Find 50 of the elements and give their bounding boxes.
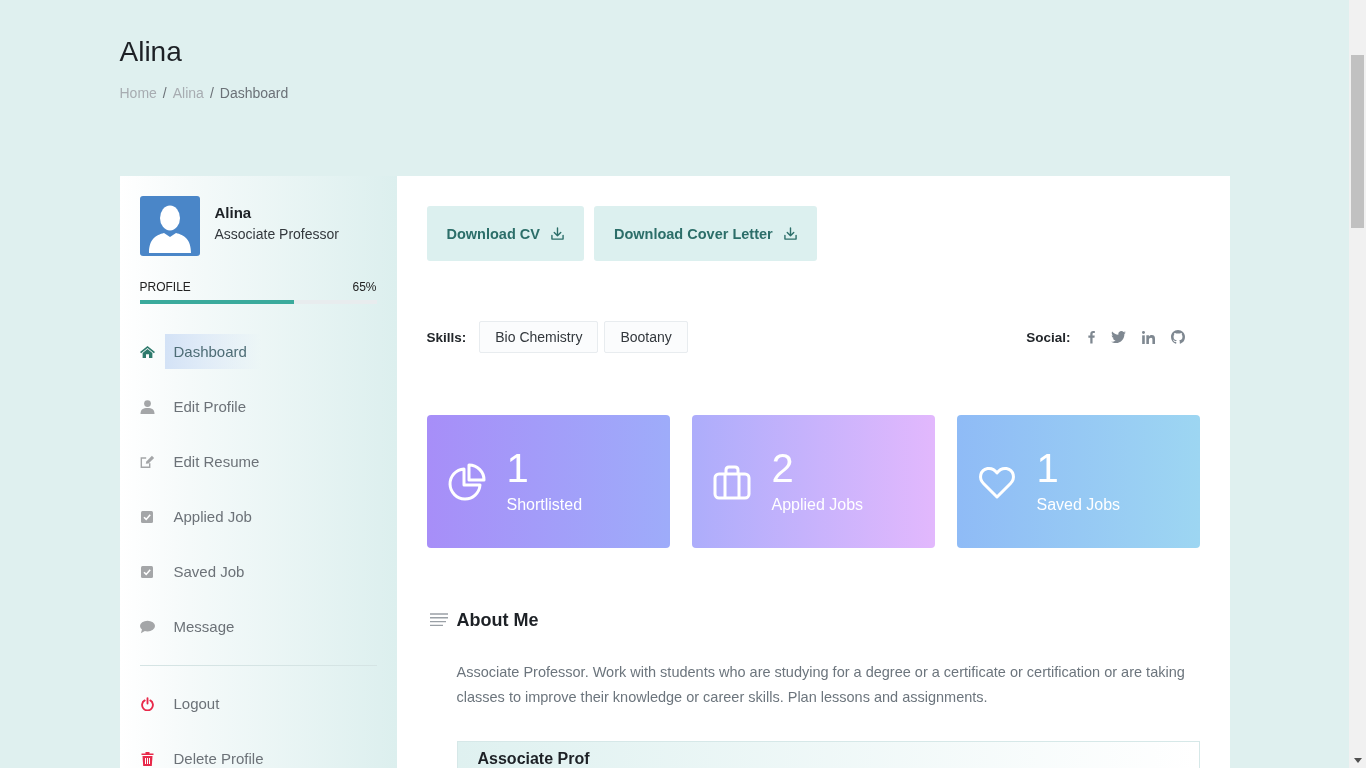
stat-value: 1 xyxy=(506,448,530,488)
breadcrumb-separator: / xyxy=(209,84,214,102)
stat-label: Applied Jobs xyxy=(771,495,864,515)
nav-link[interactable]: Saved Job xyxy=(164,562,254,581)
facebook-icon[interactable] xyxy=(1087,330,1095,344)
breadcrumb-current: Dashboard xyxy=(219,84,289,102)
scrollbar[interactable] xyxy=(1349,0,1366,768)
power-icon xyxy=(139,696,155,711)
section-title: About Me xyxy=(456,609,539,632)
nav-link[interactable]: Edit Resume xyxy=(164,452,269,471)
download-icon xyxy=(550,227,564,240)
card-title: Associate Prof xyxy=(477,750,591,768)
nav-link[interactable]: Applied Job xyxy=(164,507,261,526)
download-button[interactable]: Download Cover Letter xyxy=(593,206,817,261)
breadcrumb-separator: / xyxy=(162,84,167,102)
linkedin-icon[interactable] xyxy=(1141,330,1155,344)
nav-link[interactable]: Delete Profile xyxy=(164,749,273,768)
stat-value: 2 xyxy=(771,448,795,488)
avatar-icon xyxy=(139,196,200,256)
profile-name: Alina xyxy=(214,203,253,223)
check-square-icon xyxy=(140,565,153,578)
edit-icon xyxy=(139,454,155,469)
social-label: Social: xyxy=(1026,329,1071,345)
twitter-icon[interactable] xyxy=(1110,331,1126,343)
scrollbar-thumb[interactable] xyxy=(1351,55,1364,228)
about-text: Associate Professor. Work with students who are studying for a degree or a certificate or certification or are taking classes to improve their knowledge or career skills. Plan lessons and assignments. xyxy=(456,663,1186,707)
pie-chart-icon xyxy=(446,461,487,502)
stat-label: Saved Jobs xyxy=(1036,495,1121,515)
nav-link[interactable]: Logout xyxy=(164,694,229,713)
scroll-down-arrow-icon[interactable] xyxy=(1353,758,1362,763)
stat-label: Shortlisted xyxy=(506,495,583,515)
trash-icon xyxy=(139,751,155,766)
chat-bubble-icon xyxy=(139,619,155,634)
home-icon xyxy=(139,344,155,359)
nav-link[interactable]: Message xyxy=(164,617,244,636)
progress-label: PROFILE xyxy=(139,279,191,295)
stat-value: 1 xyxy=(1036,448,1060,488)
page-title: Alina xyxy=(119,36,182,68)
progress-value: 65% xyxy=(352,279,377,295)
user-icon xyxy=(139,399,155,414)
profile-role: Associate Professor xyxy=(214,225,339,244)
nav-link[interactable]: Edit Profile xyxy=(164,397,256,416)
download-icon xyxy=(783,227,797,240)
text-lines-icon xyxy=(429,613,448,627)
check-square-icon xyxy=(140,510,153,523)
download-button[interactable]: Download CV xyxy=(426,206,584,261)
github-icon[interactable] xyxy=(1170,330,1185,344)
skill-tag: Bio Chemistry xyxy=(479,321,599,353)
skills-label: Skills: xyxy=(426,329,467,345)
skill-tag: Bootany xyxy=(604,321,688,353)
